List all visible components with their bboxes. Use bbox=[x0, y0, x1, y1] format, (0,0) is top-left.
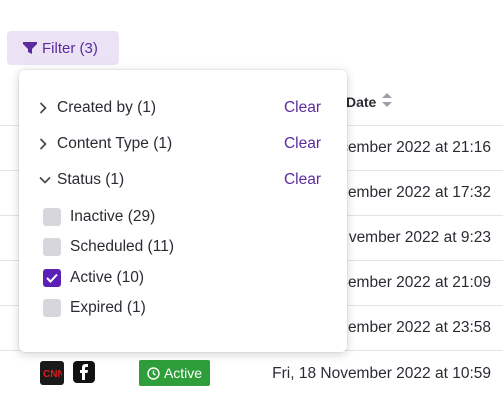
filter-button[interactable]: Filter (3) bbox=[7, 31, 119, 65]
checkbox[interactable] bbox=[43, 238, 61, 256]
status-badge: Active bbox=[139, 360, 210, 386]
facebook-icon bbox=[73, 361, 95, 383]
chevron-down-icon bbox=[39, 176, 51, 184]
clear-status-button[interactable]: Clear bbox=[284, 171, 321, 189]
filter-section-label: Created by (1) bbox=[57, 99, 157, 116]
filter-icon bbox=[23, 42, 37, 54]
chevron-right-icon bbox=[39, 102, 51, 114]
sort-icon[interactable] bbox=[382, 93, 393, 110]
filter-section-status[interactable]: Status (1) Clear bbox=[39, 168, 329, 192]
status-option-label: Active (10) bbox=[70, 269, 145, 286]
filter-dropdown-panel: Created by (1) Clear Content Type (1) Cl… bbox=[19, 70, 347, 352]
status-option-active[interactable]: Active (10) bbox=[43, 267, 144, 289]
filter-section-label: Status (1) bbox=[57, 171, 125, 188]
table-row-date: cember 2022 at 21:16 bbox=[340, 139, 491, 156]
checkmark-icon bbox=[46, 273, 58, 283]
table-row-date: ember 2022 at 17:32 bbox=[347, 184, 491, 201]
filter-section-label: Content Type (1) bbox=[57, 135, 173, 152]
filter-section-content-type[interactable]: Content Type (1) Clear bbox=[39, 132, 329, 156]
filter-button-label: Filter (3) bbox=[42, 39, 98, 57]
status-option-inactive[interactable]: Inactive (29) bbox=[43, 206, 155, 228]
status-option-label: Inactive (29) bbox=[70, 208, 156, 225]
chevron-right-icon bbox=[39, 138, 51, 150]
status-badge-label: Active bbox=[163, 365, 203, 381]
clear-content-type-button[interactable]: Clear bbox=[284, 135, 321, 153]
status-option-label: Scheduled (11) bbox=[70, 238, 174, 255]
status-option-scheduled[interactable]: Scheduled (11) bbox=[43, 236, 174, 258]
checkbox[interactable] bbox=[43, 208, 61, 226]
status-option-expired[interactable]: Expired (1) bbox=[43, 297, 146, 319]
table-row-date: Fri, 18 November 2022 at 10:59 bbox=[272, 365, 491, 382]
cnn-logo-icon: CNN bbox=[40, 361, 64, 385]
checkbox-checked[interactable] bbox=[43, 269, 61, 287]
checkbox[interactable] bbox=[43, 299, 61, 317]
table-row-date: ember 2022 at 21:09 bbox=[347, 274, 491, 291]
svg-text:CNN: CNN bbox=[43, 369, 62, 379]
date-header-label: Date bbox=[346, 93, 377, 110]
clock-icon bbox=[147, 366, 160, 380]
status-option-label: Expired (1) bbox=[70, 299, 146, 316]
clear-created-by-button[interactable]: Clear bbox=[284, 99, 321, 117]
table-row-date: ember 2022 at 23:58 bbox=[347, 319, 491, 336]
table-row-date: vember 2022 at 9:23 bbox=[348, 229, 491, 246]
filter-section-created-by[interactable]: Created by (1) Clear bbox=[39, 96, 329, 120]
date-column-header[interactable]: Date bbox=[346, 93, 393, 110]
